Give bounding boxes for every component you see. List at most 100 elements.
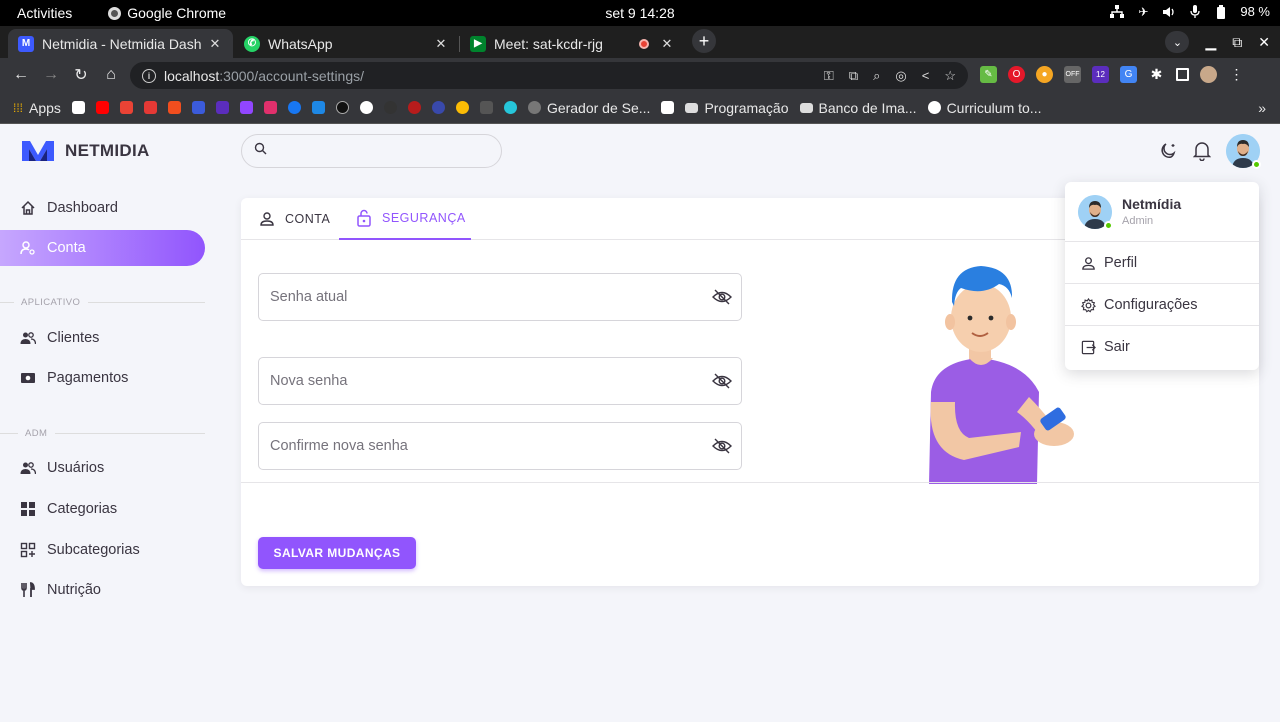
tracking-eye-icon[interactable]: ◎ (895, 68, 906, 84)
close-icon[interactable]: ✕ (659, 36, 675, 52)
bookmark-cyan[interactable] (503, 101, 517, 114)
bookmark-favicon-icon (71, 101, 85, 114)
menu-item-sair[interactable]: Sair (1065, 326, 1259, 368)
bookmark-hash[interactable] (215, 101, 229, 114)
close-icon[interactable]: ✕ (433, 36, 449, 52)
bookmark-apps[interactable]: ⁞⁞⁞ Apps (13, 100, 61, 116)
extension-opera-icon[interactable]: O (1008, 66, 1025, 83)
forward-icon[interactable]: → (42, 66, 60, 84)
home-icon[interactable]: ⌂ (102, 66, 120, 84)
address-bar[interactable]: i localhost:3000/account-settings/ ⚿ ⧉ ⌕… (130, 62, 968, 89)
bookmark-star[interactable] (143, 101, 157, 114)
sidebar-item-conta[interactable]: Conta (0, 230, 205, 266)
kebab-menu-icon[interactable]: ⋮ (1228, 66, 1245, 83)
bookmark-programacao[interactable]: Programação (685, 100, 789, 116)
bookmark-red[interactable] (407, 101, 421, 114)
active-app-menu[interactable]: Google Chrome (108, 5, 226, 21)
eye-off-icon[interactable] (711, 435, 733, 457)
eye-off-icon[interactable] (711, 370, 733, 392)
extension-pen-icon[interactable]: ✎ (980, 66, 997, 83)
side-panel-icon[interactable] (1176, 68, 1189, 81)
profile-avatar-icon[interactable] (1200, 66, 1217, 83)
dark-mode-toggle-icon[interactable] (1158, 141, 1178, 161)
extension-translate-icon[interactable]: G (1120, 66, 1137, 83)
activities-button[interactable]: Activities (17, 5, 72, 21)
bookmark-star-icon[interactable]: ☆ (944, 68, 956, 84)
sidebar-item-subcategorias[interactable]: Subcategorias (0, 532, 205, 568)
current-password-input[interactable] (270, 289, 711, 305)
extensions-puzzle-icon[interactable]: ✱ (1148, 66, 1165, 83)
bookmark-facebook[interactable] (287, 101, 301, 114)
bookmark-icon-a[interactable] (71, 101, 85, 114)
bookmark-youtube[interactable] (95, 101, 109, 114)
bookmark-banco[interactable]: Banco de Ima... (799, 100, 917, 116)
system-tray[interactable]: ✈ 98 % (1110, 4, 1270, 19)
new-password-input[interactable] (270, 373, 711, 389)
extension-fire-icon[interactable]: ● (1036, 66, 1053, 83)
bookmark-gmail[interactable] (119, 101, 133, 114)
tab-title: WhatsApp (268, 35, 333, 52)
bookmark-b[interactable] (191, 101, 205, 114)
bookmark-twitch[interactable] (239, 101, 253, 114)
sidebar-item-clientes[interactable]: Clientes (0, 320, 205, 356)
sidebar-item-pagamentos[interactable]: Pagamentos (0, 360, 205, 396)
bookmark-gerador[interactable]: Gerador de Se... (527, 100, 650, 116)
confirm-password-input[interactable] (270, 438, 711, 454)
tab-meet[interactable]: ▶ Meet: sat-kcdr-rjg ✕ (460, 29, 685, 58)
save-changes-button[interactable]: SALVAR MUDANÇAS (258, 537, 416, 569)
bookmark-curriculum[interactable]: Curriculum to... (927, 100, 1041, 116)
online-status-dot (1104, 220, 1113, 230)
bookmark-box[interactable] (479, 101, 493, 114)
bookmark-favicon-icon (407, 101, 421, 114)
header-actions (1158, 134, 1261, 169)
new-password-field[interactable] (258, 357, 742, 405)
tab-whatsapp[interactable]: ✆ WhatsApp ✕ (234, 29, 459, 58)
bookmarks-overflow-button[interactable]: » (1258, 100, 1266, 116)
new-tab-button[interactable]: + (692, 29, 716, 53)
extension-badge-icon[interactable]: 12 (1092, 66, 1109, 83)
confirm-password-field[interactable] (258, 422, 742, 470)
eye-off-icon[interactable] (711, 286, 733, 308)
sidebar-item-categorias[interactable]: Categorias (0, 491, 205, 527)
bookmark-circle[interactable] (335, 101, 349, 114)
sidebar-item-label: Conta (47, 240, 86, 256)
section-label: APLICATIVO (21, 297, 81, 308)
sidebar-item-dashboard[interactable]: Dashboard (0, 190, 205, 226)
bookmark-arrow[interactable] (661, 101, 675, 114)
extension-off-icon[interactable]: OFF (1064, 66, 1081, 83)
restore-icon[interactable]: ⧉ (1232, 34, 1242, 51)
sidebar-item-nutricao[interactable]: Nutrição (0, 572, 205, 608)
search-bar[interactable] (241, 134, 502, 168)
close-icon[interactable]: ✕ (207, 36, 223, 52)
bookmark-figma[interactable] (167, 101, 181, 114)
hashtag-icon (215, 101, 229, 114)
bookmark-photos[interactable] (455, 101, 469, 114)
share-icon[interactable]: < (922, 68, 930, 84)
bookmark-instagram[interactable] (263, 101, 277, 114)
tab-search-icon[interactable]: ⌄ (1165, 31, 1190, 53)
back-icon[interactable]: ← (12, 66, 30, 84)
bookmark-blue[interactable] (431, 101, 445, 114)
minimize-icon[interactable]: ▁ (1205, 34, 1216, 51)
translate-icon[interactable]: ⧉ (849, 68, 858, 84)
user-avatar[interactable] (1226, 134, 1261, 169)
site-info-icon[interactable]: i (142, 68, 156, 83)
tab-conta[interactable]: CONTA (258, 198, 330, 240)
tab-seguranca[interactable]: SEGURANÇA (339, 198, 471, 240)
reload-icon[interactable]: ↻ (72, 66, 90, 84)
key-icon[interactable]: ⚿ (824, 68, 834, 84)
close-window-icon[interactable]: ✕ (1258, 34, 1270, 51)
bookmark-github[interactable] (383, 101, 397, 114)
brand[interactable]: NETMIDIA (21, 139, 150, 163)
sidebar-item-usuarios[interactable]: Usuários (0, 450, 205, 486)
notification-bell-icon[interactable] (1192, 141, 1212, 161)
zoom-icon[interactable]: ⌕ (873, 68, 880, 84)
netmidia-favicon-icon: M (18, 35, 34, 52)
bookmark-vercel[interactable] (359, 101, 373, 114)
search-input[interactable] (275, 143, 485, 159)
tab-netmidia[interactable]: M Netmidia - Netmidia Dash ✕ (8, 29, 233, 58)
current-password-field[interactable] (258, 273, 742, 321)
tab-label: SEGURANÇA (382, 211, 466, 225)
online-status-dot (1252, 160, 1261, 169)
bookmark-cloud[interactable] (311, 101, 325, 114)
